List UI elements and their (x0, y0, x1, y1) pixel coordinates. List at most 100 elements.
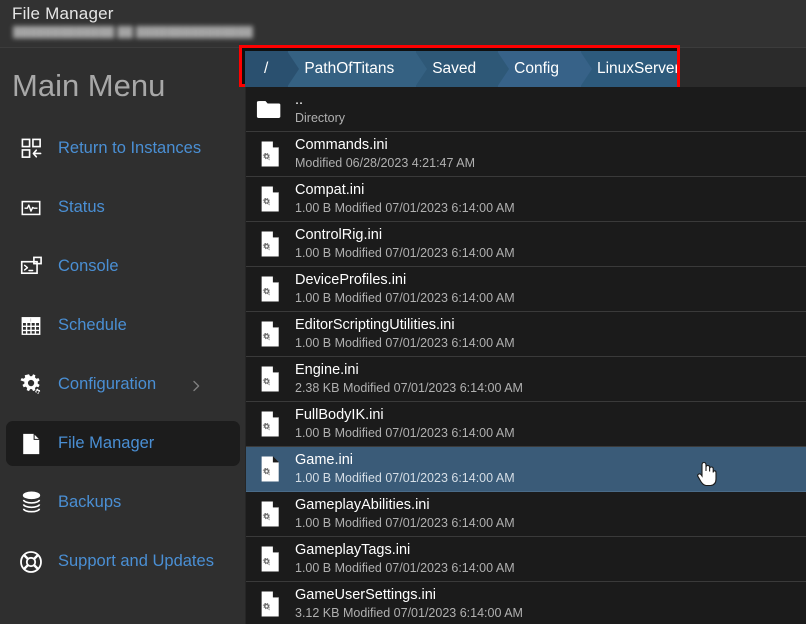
breadcrumb-item-label: / (264, 60, 269, 77)
file-row[interactable]: ControlRig.ini 1.00 B Modified 07/01/2023… (246, 222, 806, 267)
file-meta: Directory (295, 111, 346, 126)
file-row-text: EditorScriptingUtilities.ini 1.00 B Modif… (295, 317, 515, 351)
sidebar-item-configuration[interactable]: Configuration (6, 362, 240, 407)
file-name: GameplayAbilities.ini (295, 497, 430, 514)
file-meta: 1.00 B Modified 07/01/2023 6:14:00 AM (295, 201, 515, 216)
breadcrumb-item-root[interactable]: / (245, 51, 300, 87)
file-name: FullBodyIK.ini (295, 407, 384, 424)
file-row[interactable]: DeviceProfiles.ini 1.00 B Modified 07/01/… (246, 267, 806, 312)
breadcrumb-item-pathoftitans[interactable]: PathOfTitans (288, 51, 428, 87)
sidebar-item-status[interactable]: Status (6, 185, 240, 230)
file-meta: Modified 06/28/2023 4:21:47 AM (295, 156, 475, 171)
file-row-text: GameUserSettings.ini 3.12 KB Modified 07/… (295, 587, 523, 621)
file-row-text: ControlRig.ini 1.00 B Modified 07/01/2023… (295, 227, 515, 261)
sidebar-nav: Return to Instances Status Console Sched… (0, 126, 246, 598)
file-name: ControlRig.ini (295, 227, 383, 244)
file-row-text: FullBodyIK.ini 1.00 B Modified 07/01/2023… (295, 407, 515, 441)
file-row-text: Engine.ini 2.38 KB Modified 07/01/2023 6:… (295, 362, 523, 396)
grid-arrow-icon (18, 136, 44, 162)
file-name: DeviceProfiles.ini (295, 272, 407, 289)
breadcrumb-item-saved[interactable]: Saved (416, 51, 510, 87)
file-row[interactable]: .. Directory (246, 87, 806, 132)
sidebar-item-label: File Manager (58, 434, 155, 452)
sidebar-item-label: Schedule (58, 316, 127, 334)
chevron-right-icon[interactable] (190, 379, 202, 391)
file-name: .. (295, 92, 304, 109)
file-list[interactable]: .. Directory Commands.ini Modified 06/28/2… (246, 87, 806, 624)
database-icon (18, 490, 44, 516)
file-row-text: GameplayTags.ini 1.00 B Modified 07/01/20… (295, 542, 515, 576)
file-row-text: Commands.ini Modified 06/28/2023 4:21:47 … (295, 137, 475, 171)
sidebar-item-schedule[interactable]: Schedule (6, 303, 240, 348)
ini-file-icon (254, 363, 284, 395)
sidebar: Main Menu Return to Instances Status Con… (0, 48, 246, 624)
file-name: Commands.ini (295, 137, 388, 154)
ini-file-icon (254, 138, 284, 170)
folder-icon (254, 93, 284, 125)
file-name: Game.ini (295, 452, 354, 469)
server-identifier-redacted: █████████████ ██ ███████████████ (13, 26, 269, 39)
file-meta: 1.00 B Modified 07/01/2023 6:14:00 AM (295, 426, 515, 441)
file-row[interactable]: Engine.ini 2.38 KB Modified 07/01/2023 6:… (246, 357, 806, 402)
lifebuoy-icon (18, 549, 44, 575)
ini-file-icon (254, 543, 284, 575)
sidebar-item-label: Backups (58, 493, 122, 511)
ini-file-icon (254, 318, 284, 350)
file-row-text: .. Directory (295, 92, 345, 126)
file-row[interactable]: GameplayTags.ini 1.00 B Modified 07/01/20… (246, 537, 806, 582)
file-row-text: Game.ini 1.00 B Modified 07/01/2023 6:14:… (295, 452, 515, 486)
file-row-text: Compat.ini 1.00 B Modified 07/01/2023 6:1… (295, 182, 515, 216)
file-row[interactable]: GameplayAbilities.ini 1.00 B Modified 07/… (246, 492, 806, 537)
file-row[interactable]: GameUserSettings.ini 3.12 KB Modified 07/… (246, 582, 806, 624)
terminal-icon (18, 254, 44, 280)
calendar-grid-icon (18, 313, 44, 339)
ini-file-icon (254, 183, 284, 215)
ini-file-icon (254, 498, 284, 530)
file-name: Engine.ini (295, 362, 359, 379)
file-row[interactable]: Compat.ini 1.00 B Modified 07/01/2023 6:1… (246, 177, 806, 222)
file-row[interactable]: Commands.ini Modified 06/28/2023 4:21:47 … (246, 132, 806, 177)
sidebar-heading: Main Menu (12, 68, 166, 103)
page-title: File Manager (12, 4, 114, 23)
breadcrumb-item-linuxserver[interactable]: LinuxServer (580, 51, 677, 87)
document-icon (18, 431, 44, 457)
sidebar-item-label: Status (58, 198, 105, 216)
file-manager-page: File Manager █████████████ ██ ██████████… (0, 0, 806, 624)
sidebar-item-file-manager[interactable]: File Manager (6, 421, 240, 466)
page-header: File Manager █████████████ ██ ██████████… (0, 0, 806, 48)
breadcrumb[interactable]: / PathOfTitans Saved Config LinuxServer (245, 51, 677, 87)
gear-icon (18, 372, 44, 398)
sidebar-item-label: Support and Updates (58, 552, 214, 570)
file-meta: 1.00 B Modified 07/01/2023 6:14:00 AM (295, 336, 515, 351)
file-row[interactable]: EditorScriptingUtilities.ini 1.00 B Modif… (246, 312, 806, 357)
server-identifier-text: █████████████ ██ ███████████████ (13, 26, 253, 38)
file-name: GameUserSettings.ini (295, 587, 437, 604)
ini-file-icon (254, 273, 284, 305)
file-row-text: DeviceProfiles.ini 1.00 B Modified 07/01/… (295, 272, 515, 306)
file-meta: 1.00 B Modified 07/01/2023 6:14:00 AM (295, 471, 515, 486)
file-meta: 1.00 B Modified 07/01/2023 6:14:00 AM (295, 246, 515, 261)
file-row[interactable]: Game.ini 1.00 B Modified 07/01/2023 6:14:… (246, 447, 806, 492)
pulse-icon (18, 195, 44, 221)
file-meta: 1.00 B Modified 07/01/2023 6:14:00 AM (295, 516, 515, 531)
sidebar-item-return-to-instances[interactable]: Return to Instances (6, 126, 240, 171)
sidebar-item-support-and-updates[interactable]: Support and Updates (6, 539, 240, 584)
sidebar-item-label: Return to Instances (58, 139, 202, 157)
breadcrumb-item-label: Config (514, 60, 559, 77)
ini-file-icon (254, 408, 284, 440)
ini-file-icon (254, 588, 284, 620)
sidebar-item-console[interactable]: Console (6, 244, 240, 289)
breadcrumb-highlight-box: / PathOfTitans Saved Config LinuxServer (239, 45, 680, 87)
file-row[interactable]: FullBodyIK.ini 1.00 B Modified 07/01/2023… (246, 402, 806, 447)
sidebar-item-backups[interactable]: Backups (6, 480, 240, 525)
file-meta: 2.38 KB Modified 07/01/2023 6:14:00 AM (295, 381, 523, 396)
breadcrumb-item-config[interactable]: Config (498, 51, 592, 87)
breadcrumb-item-label: PathOfTitans (304, 60, 395, 77)
breadcrumb-item-label: LinuxServer (596, 60, 677, 77)
sidebar-item-label: Console (58, 257, 119, 275)
sidebar-item-label: Configuration (58, 375, 157, 393)
file-row-text: GameplayAbilities.ini 1.00 B Modified 07/… (295, 497, 515, 531)
file-meta: 1.00 B Modified 07/01/2023 6:14:00 AM (295, 561, 515, 576)
file-meta: 3.12 KB Modified 07/01/2023 6:14:00 AM (295, 606, 523, 621)
file-meta: 1.00 B Modified 07/01/2023 6:14:00 AM (295, 291, 515, 306)
